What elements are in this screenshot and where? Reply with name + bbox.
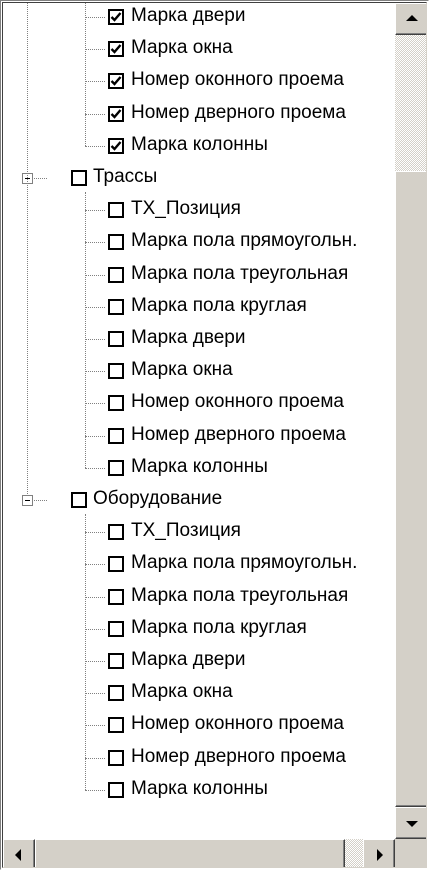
tree-item-label: Номер оконного проема: [131, 713, 344, 735]
tree-item-label: Номер дверного проема: [131, 745, 346, 767]
tree-item-label: Марка пола круглая: [131, 294, 307, 316]
tree-item-label: Марка колонны: [131, 777, 268, 799]
tree-item-label: Марка двери: [131, 327, 246, 348]
tree-item-label: Номер оконного проема: [131, 69, 344, 91]
checkbox[interactable]: [108, 781, 124, 798]
tree-connector: [85, 210, 105, 212]
tree-connector: [85, 3, 86, 146]
triangle-down-icon: [406, 821, 418, 827]
tree-connector: [85, 661, 105, 662]
tree-connector: [85, 467, 105, 469]
checkbox-checked[interactable]: [108, 9, 124, 25]
tree-connector: [85, 49, 105, 51]
tree-connector: [85, 339, 105, 340]
checkbox[interactable]: [71, 492, 87, 508]
checkbox-checked[interactable]: [108, 105, 124, 122]
triangle-left-icon: [15, 849, 21, 861]
horizontal-scrollbar[interactable]: [3, 839, 395, 867]
layer-tree[interactable]: Марка двери Марка окна Номер оконного прое…: [3, 3, 395, 839]
scroll-left-button[interactable]: [3, 839, 35, 867]
scroll-down-button[interactable]: [395, 807, 426, 839]
tree-connector: [85, 242, 105, 244]
scrollbar-corner: [395, 839, 426, 867]
checkbox[interactable]: [108, 749, 124, 766]
checkbox-checked[interactable]: [108, 137, 124, 154]
checkbox-checked[interactable]: [108, 41, 124, 58]
vertical-scroll-thumb[interactable]: [395, 171, 426, 807]
tree-connector: [85, 435, 105, 437]
checkbox-checked[interactable]: [108, 73, 124, 90]
checkbox[interactable]: [108, 234, 124, 251]
tree-connector: [85, 274, 105, 276]
checkbox[interactable]: [71, 170, 87, 186]
tree-connector: [85, 371, 105, 373]
tree-connector: [27, 3, 28, 494]
checkbox[interactable]: [108, 427, 124, 444]
tree-connector: [85, 757, 105, 759]
checkbox[interactable]: [108, 588, 124, 605]
tree-connector: [85, 596, 105, 598]
tree-connector: [85, 113, 105, 115]
checkbox[interactable]: [108, 685, 124, 702]
checkbox[interactable]: [108, 653, 124, 669]
tree-item-label: Марка колонны: [131, 455, 268, 477]
tree-connector: [85, 192, 86, 468]
checkbox[interactable]: [108, 459, 124, 476]
tree-item-label: Марка окна: [131, 681, 233, 703]
tree-connector: [85, 145, 105, 147]
tree-connector: [85, 514, 86, 790]
tree-item-label: ТХ_Позиция: [131, 520, 241, 542]
tree-connector: [85, 628, 105, 630]
tree-connector: [85, 564, 105, 566]
checkbox[interactable]: [108, 556, 124, 573]
tree-connector: [85, 17, 105, 18]
tree-panel: Марка двери Марка окна Номер оконного прое…: [2, 2, 427, 868]
tree-connector: [85, 693, 105, 695]
tree-group-label: Оборудование: [93, 488, 223, 509]
tree-item-label: Марка окна: [131, 359, 233, 381]
tree-item-label: Марка окна: [131, 37, 233, 59]
tree-item-label: Марка колонны: [131, 133, 268, 155]
checkbox[interactable]: [108, 395, 124, 412]
checkbox[interactable]: [108, 717, 124, 734]
triangle-right-icon: [377, 849, 383, 861]
checkbox[interactable]: [108, 620, 124, 637]
tree-item-label: Марка пола треугольная: [131, 584, 349, 606]
tree-connector: [85, 81, 105, 83]
horizontal-scroll-thumb[interactable]: [35, 839, 345, 867]
checkbox[interactable]: [108, 363, 124, 380]
tree-item-label: Марка двери: [131, 649, 246, 670]
tree-item-label: Номер дверного проема: [131, 101, 346, 123]
tree-item-label: Марка пола круглая: [131, 616, 307, 638]
tree-item-label: Марка пола прямоугольн.: [131, 552, 358, 574]
tree-connector: [85, 403, 105, 405]
tree-item-label: Марка двери: [131, 5, 246, 26]
minus-box-icon[interactable]: [22, 495, 33, 506]
vertical-scrollbar[interactable]: [395, 3, 426, 839]
checkbox[interactable]: [108, 331, 124, 347]
tree-connector: [85, 306, 105, 308]
tree-item-label: Марка пола треугольная: [131, 262, 349, 284]
tree-item-label: Номер оконного проема: [131, 391, 344, 413]
tree-item-label: Номер дверного проема: [131, 423, 346, 445]
tree-group-label: Трассы: [93, 166, 158, 187]
checkbox[interactable]: [108, 298, 124, 315]
checkbox[interactable]: [108, 266, 124, 283]
tree-connector: [85, 532, 105, 534]
tree-connector: [85, 789, 105, 791]
checkbox[interactable]: [108, 524, 124, 541]
triangle-up-icon: [406, 15, 418, 21]
tree-connector: [85, 725, 105, 727]
tree-item-label: ТХ_Позиция: [131, 198, 241, 220]
checkbox[interactable]: [108, 202, 124, 219]
scroll-up-button[interactable]: [395, 3, 426, 35]
scroll-right-button[interactable]: [363, 839, 395, 867]
tree-panel-frame: Марка двери Марка окна Номер оконного прое…: [0, 0, 429, 870]
tree-item-label: Марка пола прямоугольн.: [131, 230, 358, 252]
